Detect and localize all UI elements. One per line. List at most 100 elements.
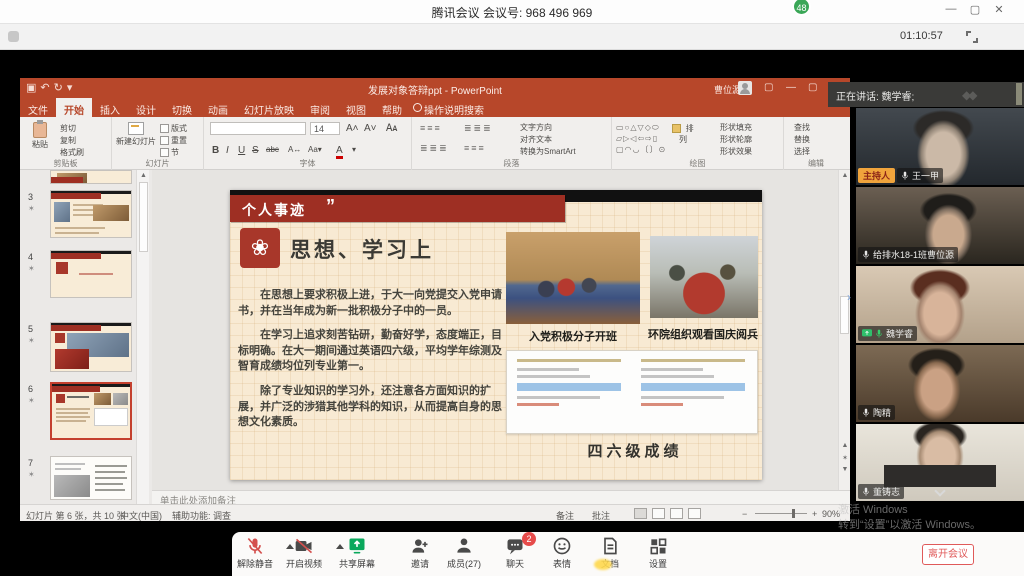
tab-design[interactable]: 设计 [128,98,164,117]
paste-button[interactable]: 粘贴 [26,122,54,150]
shape-outline-button[interactable]: 形状轮廓 [720,134,752,145]
font-name-select[interactable] [210,122,306,135]
settings-button[interactable]: 设置 [630,536,686,570]
next-slide-icon[interactable]: ▼ [840,466,850,473]
strikethrough-button[interactable]: S [252,145,259,156]
zoom-slider-knob[interactable] [792,509,795,518]
new-slide-button[interactable]: 新建幻灯片 [116,122,156,147]
text-direction-button[interactable]: 文字方向 [520,122,552,133]
bold-button[interactable]: B [212,145,219,156]
replace-button[interactable]: 替换 [794,134,810,145]
participant-video[interactable]: 陶精 [856,345,1024,422]
thumbnail-slide-2-partial[interactable] [50,170,132,184]
account-avatar[interactable] [738,81,752,95]
account-name[interactable]: 曹位源 [714,83,741,96]
fullscreen-icon[interactable] [966,31,978,43]
thumbnail-slide-6-selected[interactable] [50,382,132,440]
tab-slideshow[interactable]: 幻灯片放映 [236,98,302,117]
format-painter-button[interactable]: 格式刷 [60,147,84,158]
tab-help[interactable]: 帮助 [374,98,410,117]
tab-animations[interactable]: 动画 [200,98,236,117]
normal-view-button[interactable] [634,508,647,519]
zoom-slider[interactable] [755,513,807,514]
slide-canvas[interactable]: 个人事迹 ” ❀ 思想、学习上 在思想上要求积极上进，于大一向党提交入党申请书，… [230,190,762,480]
scroll-up-icon[interactable]: ▲ [140,172,147,179]
members-button[interactable]: 成员(27) [436,536,492,570]
tab-transitions[interactable]: 切换 [164,98,200,117]
smartart-button[interactable]: 转换为SmartArt [520,146,576,157]
shape-effects-button[interactable]: 形状效果 [720,146,752,157]
zoom-in-button[interactable]: + [812,509,817,519]
collapse-sidebar-handle[interactable]: › [843,280,855,314]
shrink-font-button[interactable]: A˅ [364,123,377,134]
thumbnail-slide-4[interactable] [50,250,132,298]
section-button[interactable]: 节 [160,147,179,158]
participant-video[interactable]: 魏学睿 [856,266,1024,343]
chevron-down-icon[interactable] [934,485,945,496]
tab-view[interactable]: 视图 [338,98,374,117]
arrange-button[interactable]: 排列 [670,123,696,145]
participant-video[interactable]: 给排水18-1班曹位源 [856,187,1024,264]
previous-slide-icon[interactable]: ▲ [840,442,850,449]
ppt-restore-icon[interactable]: ▢ [808,82,817,93]
find-button[interactable]: 查找 [794,122,810,133]
text-shadow-button[interactable]: abc [266,145,279,154]
reset-button[interactable]: 重置 [160,135,187,146]
notes-pane[interactable]: 单击此处添加备注 [152,490,850,504]
clear-format-button[interactable]: 🗛 [386,123,397,134]
thumbnail-slide-7[interactable] [50,456,132,500]
font-color-button[interactable]: A [336,145,343,159]
layout-button[interactable]: 版式 [160,123,187,134]
minimize-icon[interactable]: — [938,3,964,15]
accessibility-status[interactable]: 辅助功能: 调查 [172,509,231,521]
notes-toggle[interactable]: 备注 [556,509,574,521]
columns-icon[interactable]: ≡≡≡ [464,143,486,153]
font-size-select[interactable]: 14 [310,122,340,135]
slide-sorter-view-button[interactable] [652,508,665,519]
share-screen-button[interactable]: 共享屏幕 [329,536,385,570]
restore-icon[interactable]: ▢ [962,3,988,16]
tab-home[interactable]: 开始 [56,98,92,117]
ppt-minimize-icon[interactable]: — [786,82,796,93]
tell-me-search[interactable]: 操作说明搜索 [410,98,490,117]
participant-video[interactable]: 主持人 王一甲 [856,108,1024,185]
shape-fill-button[interactable]: 形状填充 [720,122,752,133]
slideshow-view-button[interactable] [688,508,701,519]
zoom-out-button[interactable]: − [742,509,747,519]
scroll-up-icon[interactable]: ▲ [840,172,850,179]
indent-icon[interactable]: ≣≣≣ [464,123,493,134]
sidebar-scrollbar[interactable] [1016,83,1022,105]
grow-font-button[interactable]: A˄ [346,123,359,134]
change-case-button[interactable]: Aa▾ [308,145,322,154]
unmute-button[interactable]: 解除静音 [227,536,283,570]
cut-button[interactable]: 剪切 [60,123,76,134]
ribbon-display-icon[interactable]: ▢ [764,82,773,93]
tab-insert[interactable]: 插入 [92,98,128,117]
close-icon[interactable]: ✕ [986,3,1012,16]
start-video-button[interactable]: 开启视频 [276,536,332,570]
reading-view-button[interactable] [670,508,683,519]
thumbnail-slide-3[interactable] [50,190,132,238]
copy-button[interactable]: 复制 [60,135,76,146]
underline-button[interactable]: U [238,145,245,156]
participant-video[interactable]: 董铸志 [856,424,1024,501]
transition-star-icon: ✶ [28,264,35,273]
font-color-caret[interactable]: ▾ [352,145,356,154]
slide-scrollbar[interactable]: ▲ ▲ ✶ ▼ [838,170,850,490]
select-button[interactable]: 选择 [794,146,810,157]
thumbnail-scrollbar[interactable]: ▲ [136,170,149,504]
align-icons[interactable]: ≣≣≣ [420,143,449,154]
language-indicator[interactable]: 中文(中国) [120,509,162,521]
bullets-icon[interactable]: ≡≡≡ [420,123,442,133]
italic-button[interactable]: I [226,145,229,156]
tab-file[interactable]: 文件 [20,98,56,117]
comments-toggle[interactable]: 批注 [592,509,610,521]
scroll-thumb[interactable] [139,182,148,252]
tab-review[interactable]: 审阅 [302,98,338,117]
thumbnail-slide-5[interactable] [50,322,132,372]
align-text-button[interactable]: 对齐文本 [520,134,552,145]
leave-meeting-button[interactable]: 离开会议 [922,544,974,565]
thumbnail-number: 3 [28,192,33,202]
char-spacing-button[interactable]: A↔ [288,145,301,154]
shapes-gallery[interactable]: ▭○△▽◇⬭ ▱▷◁⇦⇨▯ ▢◠◡〔〕⊙ [616,122,712,156]
